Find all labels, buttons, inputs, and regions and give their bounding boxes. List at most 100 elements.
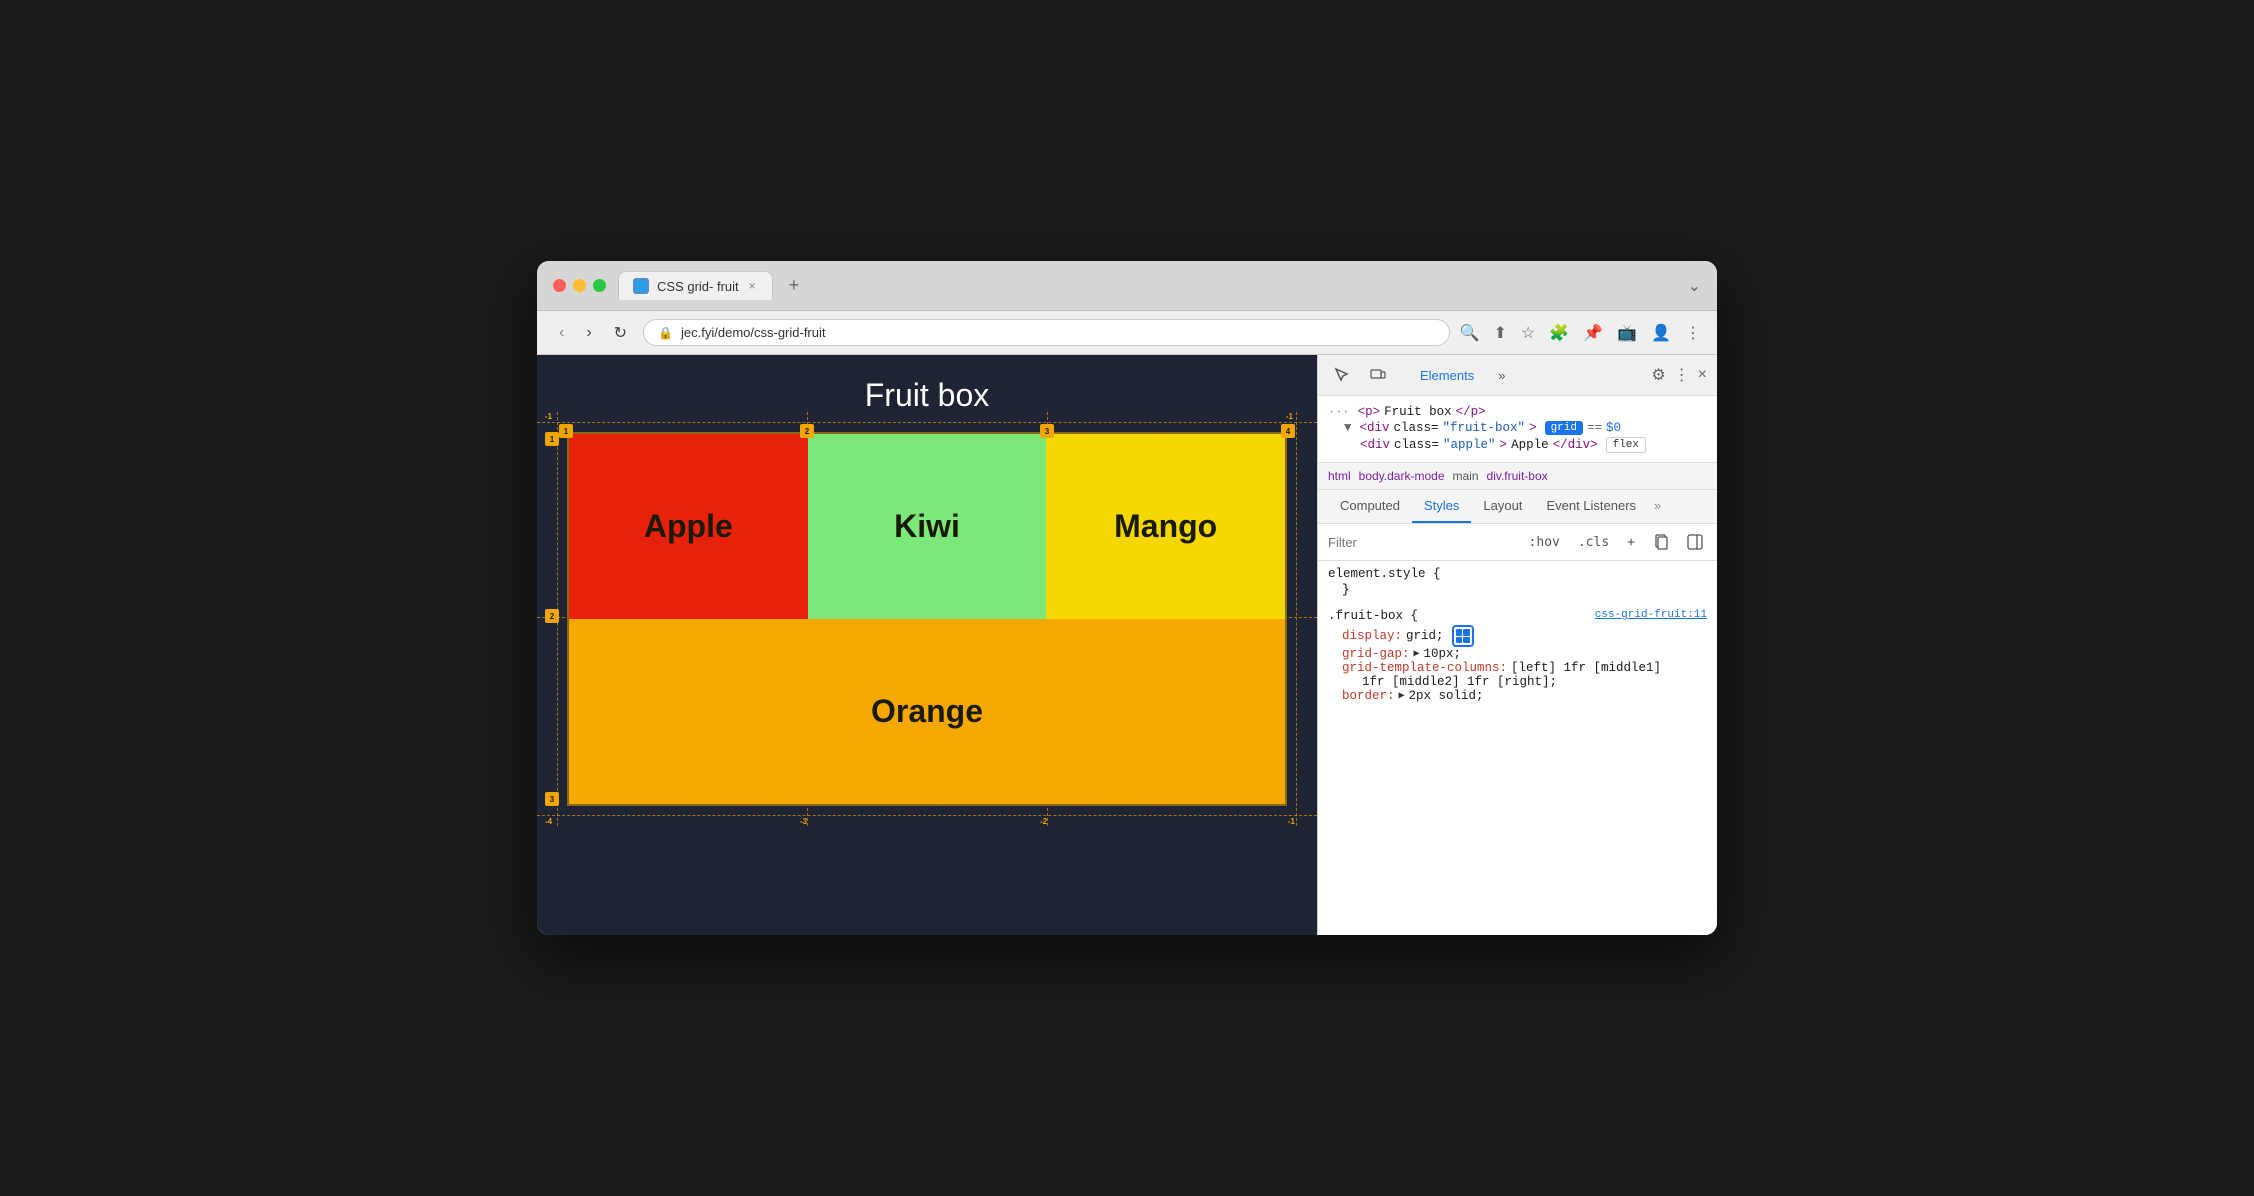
add-style-button[interactable]: + bbox=[1623, 533, 1639, 552]
grid-num-neg1-left: -1 bbox=[545, 412, 552, 421]
address-bar: ‹ › ↻ 🔒 jec.fyi/demo/css-grid-fruit 🔍 ⬆ … bbox=[537, 311, 1717, 355]
back-button[interactable]: ‹ bbox=[553, 322, 570, 344]
settings-button[interactable]: ⚙ bbox=[1651, 365, 1665, 385]
more-styles-tabs[interactable]: » bbox=[1648, 490, 1667, 523]
filter-buttons: :hov .cls + bbox=[1525, 530, 1707, 554]
title-bar: 🌐 CSS grid- fruit × + ⌄ bbox=[537, 261, 1717, 311]
breadcrumb: html body.dark-mode main div.fruit-box bbox=[1318, 463, 1717, 490]
grid-num-neg4-left: -4 bbox=[545, 817, 552, 826]
profile-icon[interactable]: 👤 bbox=[1651, 323, 1671, 343]
toggle-sidebar-button[interactable] bbox=[1683, 530, 1707, 554]
fruit-box-rule: css-grid-fruit:11 .fruit-box { display: … bbox=[1328, 609, 1707, 703]
css-source-link[interactable]: css-grid-fruit:11 bbox=[1595, 609, 1707, 621]
styles-filter-input[interactable] bbox=[1328, 535, 1517, 550]
grid-num-3-left: 3 bbox=[545, 792, 559, 806]
tab-bar: 🌐 CSS grid- fruit × + ⌄ bbox=[618, 271, 1701, 300]
pin-icon[interactable]: 📌 bbox=[1583, 323, 1603, 343]
close-button[interactable] bbox=[553, 279, 566, 292]
styles-tabs: Computed Styles Layout Event Listeners » bbox=[1318, 490, 1717, 524]
devtools-top-tabs: Elements » bbox=[1400, 364, 1643, 387]
computed-tab[interactable]: Computed bbox=[1328, 490, 1412, 523]
breadcrumb-html[interactable]: html bbox=[1328, 469, 1351, 483]
grid-num-2-top: 2 bbox=[800, 424, 814, 438]
dom-line-3: <div class="apple">Apple</div> flex bbox=[1328, 436, 1707, 454]
grid-num-neg3-bottom: -3 bbox=[800, 817, 807, 826]
page-title: Fruit box bbox=[537, 355, 1317, 432]
mango-cell: Mango bbox=[1046, 434, 1285, 619]
element-style-selector: element.style { bbox=[1328, 567, 1707, 581]
tab-menu-button[interactable]: ⌄ bbox=[1688, 276, 1701, 296]
grid-line-v4 bbox=[1296, 412, 1297, 826]
maximize-button[interactable] bbox=[593, 279, 606, 292]
page-content: Fruit box Apple Kiwi bbox=[537, 355, 1317, 935]
styles-tab[interactable]: Styles bbox=[1412, 490, 1471, 523]
forward-button[interactable]: › bbox=[580, 322, 597, 344]
grid-wrapper: Apple Kiwi Mango Orange 1 2 3 bbox=[567, 432, 1287, 806]
extension-icon[interactable]: 🧩 bbox=[1549, 323, 1569, 343]
orange-cell: Orange bbox=[569, 619, 1285, 804]
grid-num-2-left: 2 bbox=[545, 609, 559, 623]
lock-icon: 🔒 bbox=[658, 326, 673, 340]
copy-styles-button[interactable] bbox=[1649, 530, 1673, 554]
grid-line-h3 bbox=[537, 815, 1317, 816]
minimize-button[interactable] bbox=[573, 279, 586, 292]
grid-badge[interactable]: grid bbox=[1545, 421, 1583, 435]
fruit-grid: Apple Kiwi Mango Orange bbox=[567, 432, 1287, 806]
hov-filter-button[interactable]: :hov bbox=[1525, 533, 1564, 552]
tab-title: CSS grid- fruit bbox=[657, 279, 739, 294]
expand-border[interactable]: ▶ bbox=[1399, 690, 1405, 702]
share-icon[interactable]: ⬆ bbox=[1494, 323, 1507, 343]
tab-close-button[interactable]: × bbox=[747, 279, 758, 293]
grid-num-4-top: 4 bbox=[1281, 424, 1295, 438]
main-area: Fruit box Apple Kiwi bbox=[537, 355, 1717, 935]
new-tab-button[interactable]: + bbox=[781, 271, 808, 300]
kiwi-cell: Kiwi bbox=[808, 434, 1047, 619]
event-listeners-tab[interactable]: Event Listeners bbox=[1534, 490, 1648, 523]
zoom-icon[interactable]: 🔍 bbox=[1460, 323, 1480, 343]
dom-triangle[interactable]: ▼ bbox=[1344, 421, 1352, 435]
grid-num-3-top: 3 bbox=[1040, 424, 1054, 438]
more-tabs-button[interactable]: » bbox=[1486, 364, 1517, 387]
close-devtools-button[interactable]: × bbox=[1698, 366, 1707, 384]
grid-num-1-left: 1 bbox=[545, 432, 559, 446]
breadcrumb-body[interactable]: body.dark-mode bbox=[1359, 469, 1445, 483]
grid-num-neg1-bottom: -1 bbox=[1288, 817, 1295, 826]
grid-gap-prop-line: grid-gap: ▶ 10px; bbox=[1328, 647, 1707, 661]
address-icons: 🔍 ⬆ ☆ 🧩 📌 📺 👤 ⋮ bbox=[1460, 323, 1701, 343]
display-prop-line: display: grid; bbox=[1328, 625, 1707, 647]
element-picker-button[interactable] bbox=[1328, 361, 1356, 389]
grid-num-1-top: 1 bbox=[559, 424, 573, 438]
css-rules: element.style { } css-grid-fruit:11 .fru… bbox=[1318, 561, 1717, 935]
breadcrumb-div-fruit-box[interactable]: div.fruit-box bbox=[1487, 469, 1548, 483]
dom-tree: ··· <p>Fruit box</p> ▼ <div class="fruit… bbox=[1318, 396, 1717, 463]
cls-filter-button[interactable]: .cls bbox=[1574, 533, 1613, 552]
grid-num-neg2-bottom: -2 bbox=[1040, 817, 1047, 826]
grid-template-columns-cont: 1fr [middle2] 1fr [right]; bbox=[1328, 675, 1707, 689]
element-style-rule: element.style { } bbox=[1328, 567, 1707, 597]
address-field[interactable]: 🔒 jec.fyi/demo/css-grid-fruit bbox=[643, 319, 1450, 346]
menu-icon[interactable]: ⋮ bbox=[1685, 323, 1701, 343]
grid-template-columns-line: grid-template-columns: [left] 1fr [middl… bbox=[1328, 661, 1707, 675]
dom-p-tag[interactable]: <p> bbox=[1358, 405, 1381, 419]
dom-line-2: ▼ <div class="fruit-box"> grid == $0 bbox=[1328, 420, 1707, 436]
layout-tab[interactable]: Layout bbox=[1471, 490, 1534, 523]
address-text: jec.fyi/demo/css-grid-fruit bbox=[681, 325, 1435, 340]
dom-line-1: ··· <p>Fruit box</p> bbox=[1328, 404, 1707, 420]
grid-inspector-button[interactable] bbox=[1452, 625, 1474, 647]
more-options-button[interactable]: ⋮ bbox=[1674, 365, 1690, 385]
expand-grid-gap[interactable]: ▶ bbox=[1414, 648, 1420, 660]
elements-tab[interactable]: Elements bbox=[1408, 364, 1486, 387]
browser-tab[interactable]: 🌐 CSS grid- fruit × bbox=[618, 271, 773, 300]
breadcrumb-main[interactable]: main bbox=[1453, 469, 1479, 483]
devtools-toolbar: Elements » ⚙ ⋮ × bbox=[1318, 355, 1717, 396]
dom-expand-dots[interactable]: ··· bbox=[1328, 405, 1350, 419]
flex-badge[interactable]: flex bbox=[1606, 437, 1646, 453]
border-prop-line: border: ▶ 2px solid; bbox=[1328, 689, 1707, 703]
cast-icon[interactable]: 📺 bbox=[1617, 323, 1637, 343]
tab-favicon: 🌐 bbox=[633, 278, 649, 294]
fruit-box-selector: css-grid-fruit:11 .fruit-box { bbox=[1328, 609, 1707, 623]
apple-cell: Apple bbox=[569, 434, 808, 619]
device-toolbar-button[interactable] bbox=[1364, 361, 1392, 389]
refresh-button[interactable]: ↻ bbox=[608, 321, 633, 345]
bookmark-icon[interactable]: ☆ bbox=[1521, 323, 1535, 343]
